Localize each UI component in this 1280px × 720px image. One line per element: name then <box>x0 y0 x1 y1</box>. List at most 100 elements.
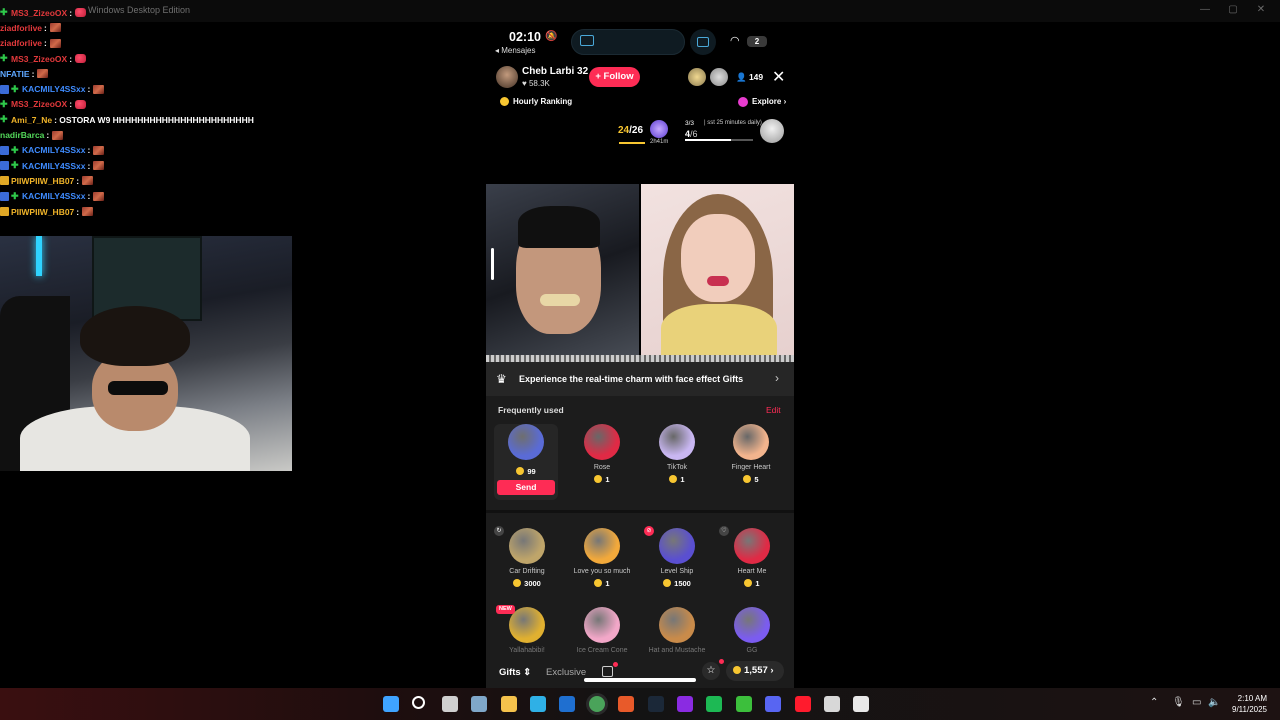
host-name[interactable]: Cheb Larbi 32 <box>522 66 588 77</box>
close-window-icon[interactable]: ✕ <box>1254 4 1268 15</box>
home-indicator[interactable] <box>584 678 696 682</box>
volume-icon[interactable]: 🔈 <box>1208 697 1220 708</box>
phone-status-bar: 02:10 🔕 ◂ Mensajes ◠ 2 <box>486 22 794 62</box>
chat-username[interactable]: KACMILY4SSxx <box>22 191 85 201</box>
guest-video-left[interactable] <box>486 184 639 362</box>
spotify-icon[interactable] <box>706 696 723 712</box>
edit-button[interactable]: Edit <box>766 405 781 415</box>
chat-text: : <box>44 22 47 33</box>
edge-icon[interactable] <box>530 696 546 712</box>
volume-slider[interactable] <box>491 248 494 280</box>
live-goals[interactable]: 24/26 2h41m 3/3 | sst 25 minutes daily) … <box>486 117 794 153</box>
gift-item[interactable]: Rose 1 <box>567 424 637 496</box>
explore-icon <box>738 97 748 107</box>
notification-dot <box>719 659 724 664</box>
outlook-icon[interactable] <box>559 696 576 712</box>
chat-username[interactable]: ziadforlive <box>0 23 42 33</box>
neon-light <box>36 236 42 276</box>
app-icon[interactable] <box>824 696 840 712</box>
gift-image <box>584 528 620 564</box>
windows-taskbar: ⌃ 🎙 ▭ 🔈 2:10 AM 9/11/2025 <box>0 688 1280 720</box>
chat-username[interactable]: NFATIE <box>0 69 30 79</box>
chrome-icon[interactable] <box>588 696 605 712</box>
face-effect-banner[interactable]: ♛ Experience the real-time charm with fa… <box>486 362 794 396</box>
chat-username[interactable]: MS3_ZizeoOX <box>11 8 67 18</box>
gift-item[interactable]: 99 Send <box>494 424 558 500</box>
gift-item[interactable]: ⊘ Level Ship 1500 <box>642 526 712 600</box>
task-progress-fill <box>685 139 731 141</box>
opera-icon[interactable] <box>794 696 811 712</box>
host-avatar[interactable] <box>496 66 518 88</box>
task-count: 3/3 <box>685 120 695 127</box>
clock-date[interactable]: 9/11/2025 <box>1227 705 1267 714</box>
gift-bag-icon[interactable] <box>602 666 613 677</box>
network-icon[interactable]: ▭ <box>1192 697 1201 708</box>
chat-username[interactable]: MS3_ZizeoOX <box>11 99 67 109</box>
mod-badge-icon <box>0 84 9 94</box>
discord-icon[interactable] <box>765 696 782 712</box>
face-emote-icon <box>82 176 94 186</box>
pet-avatar[interactable] <box>760 119 784 143</box>
top-viewer-avatar[interactable] <box>710 68 728 86</box>
star-icon[interactable]: ☆ <box>702 662 720 680</box>
chat-message: ✚ MS3_ZizeoOX: <box>0 97 310 112</box>
new-badge: NEW <box>496 605 515 614</box>
chat-username[interactable]: PIIWPIIW_HB07 <box>11 176 74 186</box>
windows-icon[interactable] <box>383 696 399 712</box>
coin-balance-button[interactable]: 1,557 › <box>726 661 784 681</box>
gift-item[interactable]: TikTok 1 <box>642 424 712 496</box>
chat-username[interactable]: MS3_ZizeoOX <box>11 54 67 64</box>
gift-price-value: 1 <box>680 475 685 484</box>
snip-icon[interactable] <box>853 696 870 712</box>
back-to-messages[interactable]: ◂ Mensajes <box>495 46 535 55</box>
top-viewer-avatar[interactable] <box>688 68 706 86</box>
hourly-ranking-link[interactable]: Hourly Ranking <box>513 97 572 106</box>
task-view-icon[interactable] <box>441 696 458 712</box>
send-gift-button[interactable]: Send <box>497 480 555 495</box>
maximize-icon[interactable]: ▢ <box>1226 4 1240 15</box>
gift-item[interactable]: ↻ Car Drifting 3000 <box>492 526 562 600</box>
nzxt-icon[interactable] <box>677 696 693 712</box>
guest-video-right[interactable] <box>641 184 794 362</box>
close-live-icon[interactable]: ✕ <box>772 67 785 87</box>
gift-name: Love you so much <box>573 568 631 575</box>
multitask-button[interactable] <box>690 29 716 55</box>
clock-time[interactable]: 2:10 AM <box>1227 694 1267 703</box>
streamer-hair <box>80 306 190 366</box>
chat-username[interactable]: ziadforlive <box>0 38 42 48</box>
search-icon[interactable] <box>412 696 426 709</box>
microphone-icon[interactable]: 🎙 <box>1172 697 1185 708</box>
chat-username[interactable]: KACMILY4SSxx <box>22 84 85 94</box>
chat-username[interactable]: KACMILY4SSxx <box>22 161 85 171</box>
chat-message: ✚ KACMILY4SSxx: <box>0 81 310 96</box>
coin-balance: 1,557 › <box>744 665 774 676</box>
guest-hair <box>518 206 600 248</box>
game-icon[interactable] <box>735 696 752 712</box>
sunglasses <box>108 381 168 395</box>
gift-item[interactable]: ♡ Heart Me 1 <box>717 526 787 600</box>
follow-button[interactable]: + Follow <box>589 67 640 87</box>
chat-text: : <box>87 191 91 202</box>
live-host-bar: Cheb Larbi 32 ♥ 58.3K + Follow 👤 149 ✕ <box>486 64 794 90</box>
minimize-icon[interactable]: — <box>1198 4 1212 15</box>
chat-username[interactable]: KACMILY4SSxx <box>22 145 85 155</box>
chat-message: NFATIE: <box>0 66 310 81</box>
screen-mirror-pill[interactable] <box>571 29 685 55</box>
file-explorer-icon[interactable] <box>500 696 517 712</box>
chat-username[interactable]: PIIWPIIW_HB07 <box>11 207 74 217</box>
tab-exclusive[interactable]: Exclusive <box>546 667 586 678</box>
explore-link[interactable]: Explore › <box>752 97 786 106</box>
viewer-count[interactable]: 👤 149 <box>736 72 763 83</box>
gift-item[interactable]: Love you so much 1 <box>567 528 637 600</box>
chat-username[interactable]: Ami_7_Ne <box>11 115 52 125</box>
settings-icon[interactable] <box>471 696 488 712</box>
gift-item[interactable]: Finger Heart 5 <box>716 424 786 496</box>
chevron-up-icon[interactable]: ⌃ <box>1150 697 1158 708</box>
gift-name: GG <box>746 647 758 654</box>
chat-username[interactable]: nadirBarca <box>0 130 44 140</box>
office-icon[interactable] <box>618 696 635 712</box>
lock-badge-icon: ⊘ <box>644 526 654 536</box>
tab-gifts[interactable]: Gifts ⇕ <box>499 667 531 678</box>
steam-icon[interactable] <box>647 696 664 712</box>
gift-panel: ♛ Experience the real-time charm with fa… <box>486 362 794 688</box>
